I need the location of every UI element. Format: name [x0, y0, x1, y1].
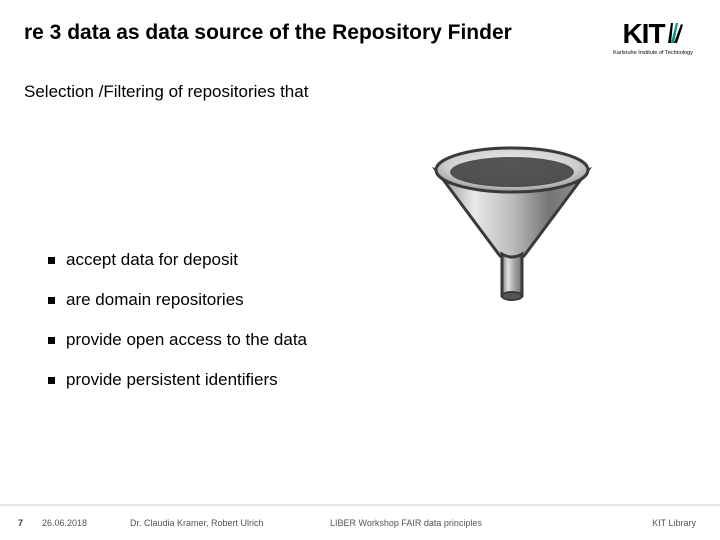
footer-authors: Dr. Claudia Kramer, Robert Ulrich — [130, 518, 330, 528]
footer-event: LIBER Workshop FAIR data principles — [330, 518, 652, 528]
funnel-icon — [422, 138, 602, 308]
header: re 3 data as data source of the Reposito… — [24, 20, 696, 56]
list-item: provide persistent identifiers — [48, 370, 696, 390]
footer-org: KIT Library — [652, 518, 696, 528]
kit-logo-mark: KIT — [610, 20, 696, 48]
kit-logo-tagline: Karlsruhe Institute of Technology — [610, 50, 696, 56]
list-item: provide open access to the data — [48, 330, 696, 350]
kit-logo-fan-icon — [668, 20, 684, 48]
slide-subhead: Selection /Filtering of repositories tha… — [24, 82, 696, 102]
list-item: accept data for deposit — [48, 250, 696, 270]
list-item: are domain repositories — [48, 290, 696, 310]
slide-title: re 3 data as data source of the Reposito… — [24, 20, 598, 46]
kit-logo: KIT Karlsruhe Institute of Technology — [610, 20, 696, 56]
kit-logo-text: KIT — [622, 20, 664, 48]
footer-date: 26.06.2018 — [42, 518, 130, 528]
slide: re 3 data as data source of the Reposito… — [0, 0, 720, 540]
page-number: 7 — [18, 518, 42, 528]
footer: 7 26.06.2018 Dr. Claudia Kramer, Robert … — [0, 504, 720, 540]
